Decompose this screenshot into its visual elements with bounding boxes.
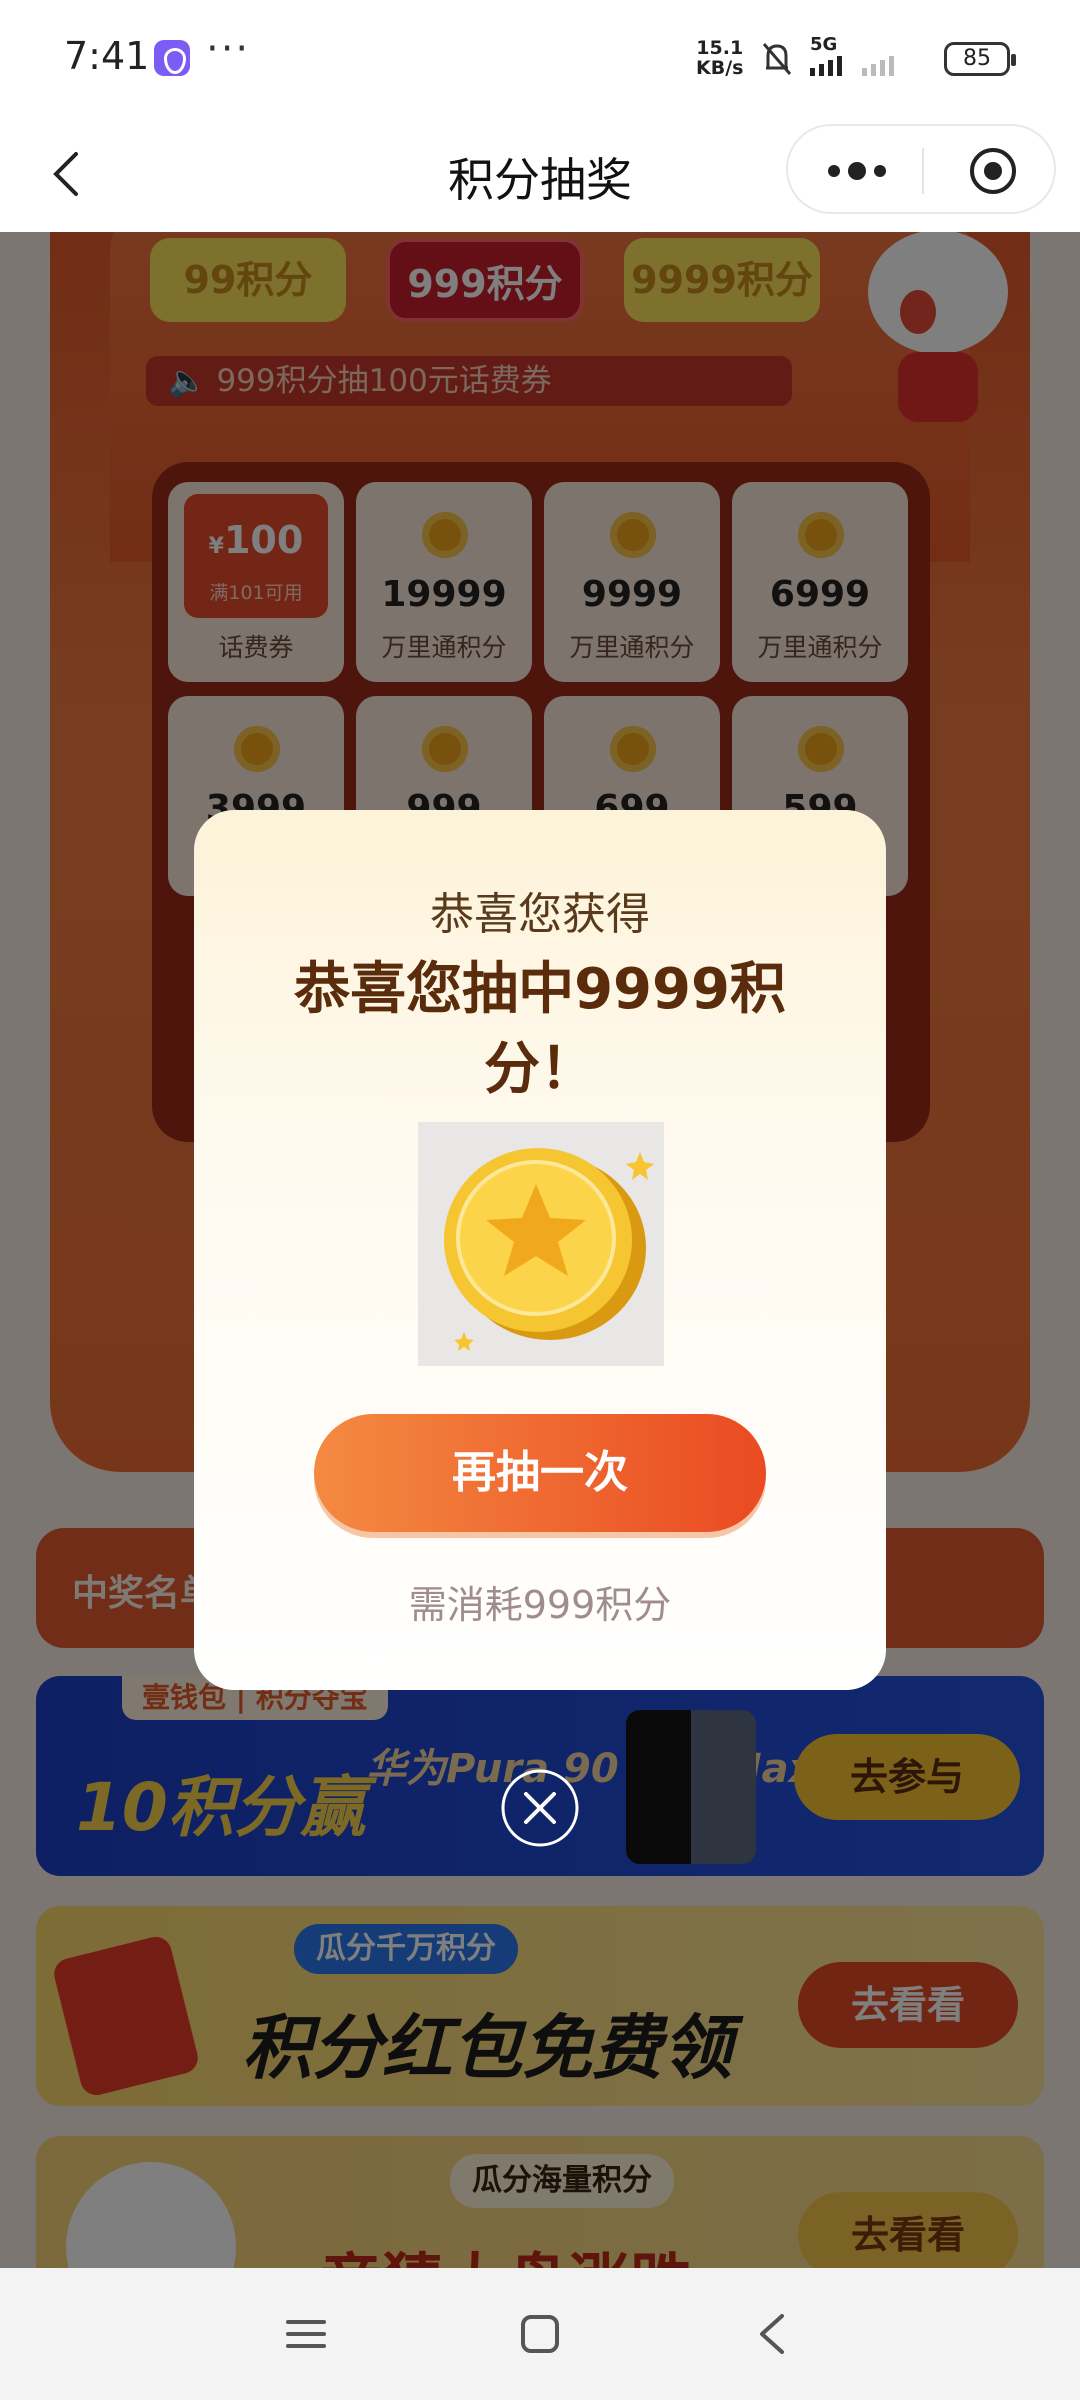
- cost-note: 需消耗999积分: [408, 1583, 672, 1627]
- recent-apps-icon[interactable]: [286, 2314, 326, 2354]
- more-icon[interactable]: [824, 156, 890, 186]
- system-back-icon[interactable]: [754, 2312, 790, 2356]
- network-type: 5G: [810, 34, 838, 55]
- page-title: 积分抽奖: [448, 153, 632, 207]
- nav-bar: 积分抽奖: [0, 118, 1080, 232]
- miniapp-capsule: [786, 124, 1056, 214]
- bell-muted-icon: [762, 43, 792, 75]
- prize-result-dialog: 恭喜您获得 恭喜您抽中9999积分！ 再抽一次 需消耗999积分: [194, 810, 886, 1690]
- dialog-subtitle: 恭喜您获得: [430, 889, 650, 940]
- vpn-app-icon: [154, 40, 190, 76]
- signal-icon: [810, 56, 894, 76]
- capsule-divider: [922, 148, 924, 194]
- home-icon[interactable]: [520, 2314, 560, 2354]
- dialog-title: 恭喜您抽中9999积分！: [294, 957, 786, 1102]
- close-dialog-icon[interactable]: [500, 1768, 580, 1848]
- gold-coin-icon: [418, 1122, 664, 1366]
- more-notifications-icon: ···: [206, 26, 251, 72]
- close-miniapp-icon[interactable]: [968, 146, 1018, 196]
- status-bar: 7:41 ··· 15.1 KB/s 5G 85: [0, 0, 1080, 118]
- network-speed: 15.1 KB/s: [696, 37, 744, 79]
- system-nav-bar: [0, 2268, 1080, 2400]
- back-arrow-icon[interactable]: [40, 146, 96, 202]
- draw-again-button[interactable]: 再抽一次: [314, 1414, 766, 1532]
- status-time: 7:41: [64, 34, 150, 78]
- battery-indicator: 85: [944, 42, 1016, 76]
